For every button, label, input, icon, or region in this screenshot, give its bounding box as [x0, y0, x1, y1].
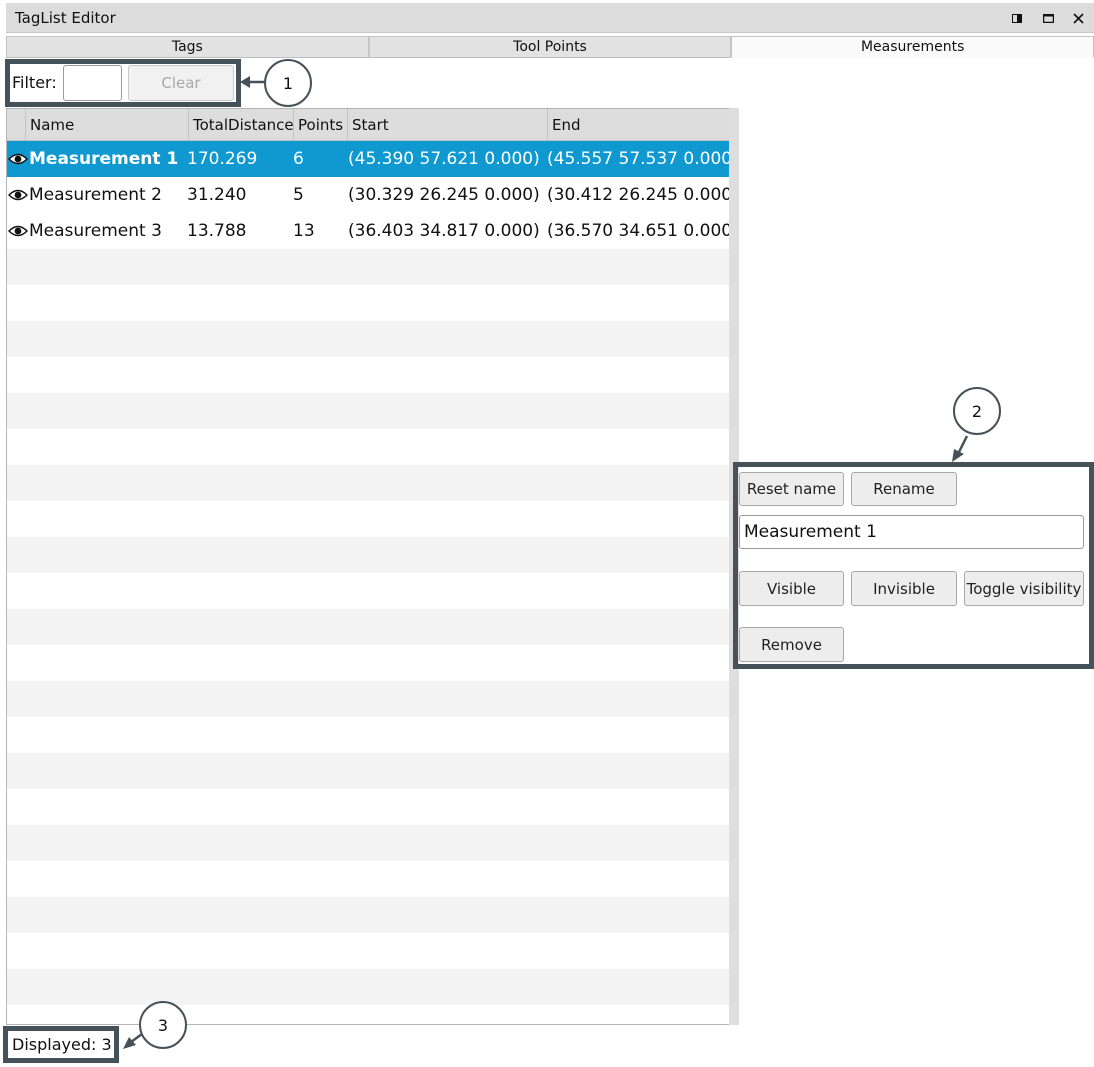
window-title: TagList Editor — [15, 9, 116, 27]
column-header-totaldistance[interactable]: TotalDistance — [188, 109, 294, 140]
eye-icon[interactable] — [8, 224, 28, 238]
empty-row — [7, 537, 729, 573]
empty-row — [7, 609, 729, 645]
cell-end: (36.570 34.651 0.000) — [547, 221, 730, 241]
remove-button[interactable]: Remove — [739, 627, 844, 662]
cell-start: (36.403 34.817 0.000) — [348, 221, 540, 241]
tab-measurements[interactable]: Measurements — [731, 36, 1094, 58]
toggle-visibility-button[interactable]: Toggle visibility — [964, 571, 1084, 606]
empty-row — [7, 861, 729, 897]
cell-points: 5 — [293, 185, 304, 205]
empty-row — [7, 969, 729, 1005]
table-row[interactable]: Measurement 1 170.269 6 (45.390 57.621 0… — [7, 141, 729, 177]
empty-row — [7, 357, 729, 393]
empty-row — [7, 681, 729, 717]
maximize-icon[interactable] — [1038, 8, 1058, 28]
title-bar: TagList Editor — [6, 3, 1094, 33]
empty-row — [7, 897, 729, 933]
empty-row — [7, 321, 729, 357]
name-field[interactable] — [739, 515, 1084, 549]
rename-button[interactable]: Rename — [851, 472, 957, 506]
cell-total-distance: 31.240 — [187, 185, 247, 205]
empty-rows — [7, 249, 729, 1024]
callout-arrow-1 — [240, 76, 266, 88]
empty-row — [7, 753, 729, 789]
empty-row — [7, 393, 729, 429]
callout-number-2: 2 — [953, 387, 1001, 435]
callout-number-1: 1 — [264, 59, 312, 107]
cell-total-distance: 170.269 — [187, 149, 258, 169]
tab-tool-points[interactable]: Tool Points — [368, 36, 732, 58]
empty-row — [7, 645, 729, 681]
cell-name: Measurement 2 — [29, 185, 162, 205]
invisible-button[interactable]: Invisible — [851, 571, 957, 606]
empty-row — [7, 717, 729, 753]
cell-points: 6 — [293, 149, 304, 169]
eye-icon[interactable] — [8, 152, 28, 166]
callout-box-filter — [5, 59, 241, 107]
callout-arrow-2 — [952, 435, 969, 462]
column-header-name[interactable]: Name — [25, 109, 188, 140]
tab-tags[interactable]: Tags — [6, 36, 369, 58]
empty-row — [7, 933, 729, 969]
empty-row — [7, 573, 729, 609]
close-icon[interactable] — [1068, 8, 1088, 28]
tab-bar: Tags Tool Points Measurements — [6, 36, 1094, 58]
table-row[interactable]: Measurement 3 13.788 13 (36.403 34.817 0… — [7, 213, 729, 249]
column-header-points[interactable]: Points — [293, 109, 347, 140]
reset-name-button[interactable]: Reset name — [739, 472, 844, 506]
float-icon[interactable] — [1007, 8, 1027, 28]
empty-row — [7, 429, 729, 465]
cell-total-distance: 13.788 — [187, 221, 247, 241]
column-header-end[interactable]: End — [547, 109, 729, 140]
cell-end: (30.412 26.245 0.000) — [547, 185, 730, 205]
empty-row — [7, 789, 729, 825]
table-header: Name TotalDistance Points Start End — [7, 109, 729, 141]
column-header-start[interactable]: Start — [347, 109, 547, 140]
cell-start: (45.390 57.621 0.000) — [348, 149, 540, 169]
table-row[interactable]: Measurement 2 31.240 5 (30.329 26.245 0.… — [7, 177, 729, 213]
empty-row — [7, 465, 729, 501]
displayed-count: Displayed: 3 — [12, 1035, 112, 1054]
cell-name: Measurement 3 — [29, 221, 162, 241]
callout-number-3: 3 — [139, 1001, 187, 1049]
cell-end: (45.557 57.537 0.000) — [547, 149, 730, 169]
empty-row — [7, 285, 729, 321]
visible-button[interactable]: Visible — [739, 571, 844, 606]
measurements-table: Name TotalDistance Points Start End Meas… — [6, 108, 730, 1025]
empty-row — [7, 501, 729, 537]
empty-row — [7, 1005, 729, 1024]
empty-row — [7, 825, 729, 861]
cell-points: 13 — [293, 221, 315, 241]
cell-name: Measurement 1 — [29, 149, 179, 169]
eye-icon[interactable] — [8, 188, 28, 202]
cell-start: (30.329 26.245 0.000) — [348, 185, 540, 205]
empty-row — [7, 249, 729, 285]
